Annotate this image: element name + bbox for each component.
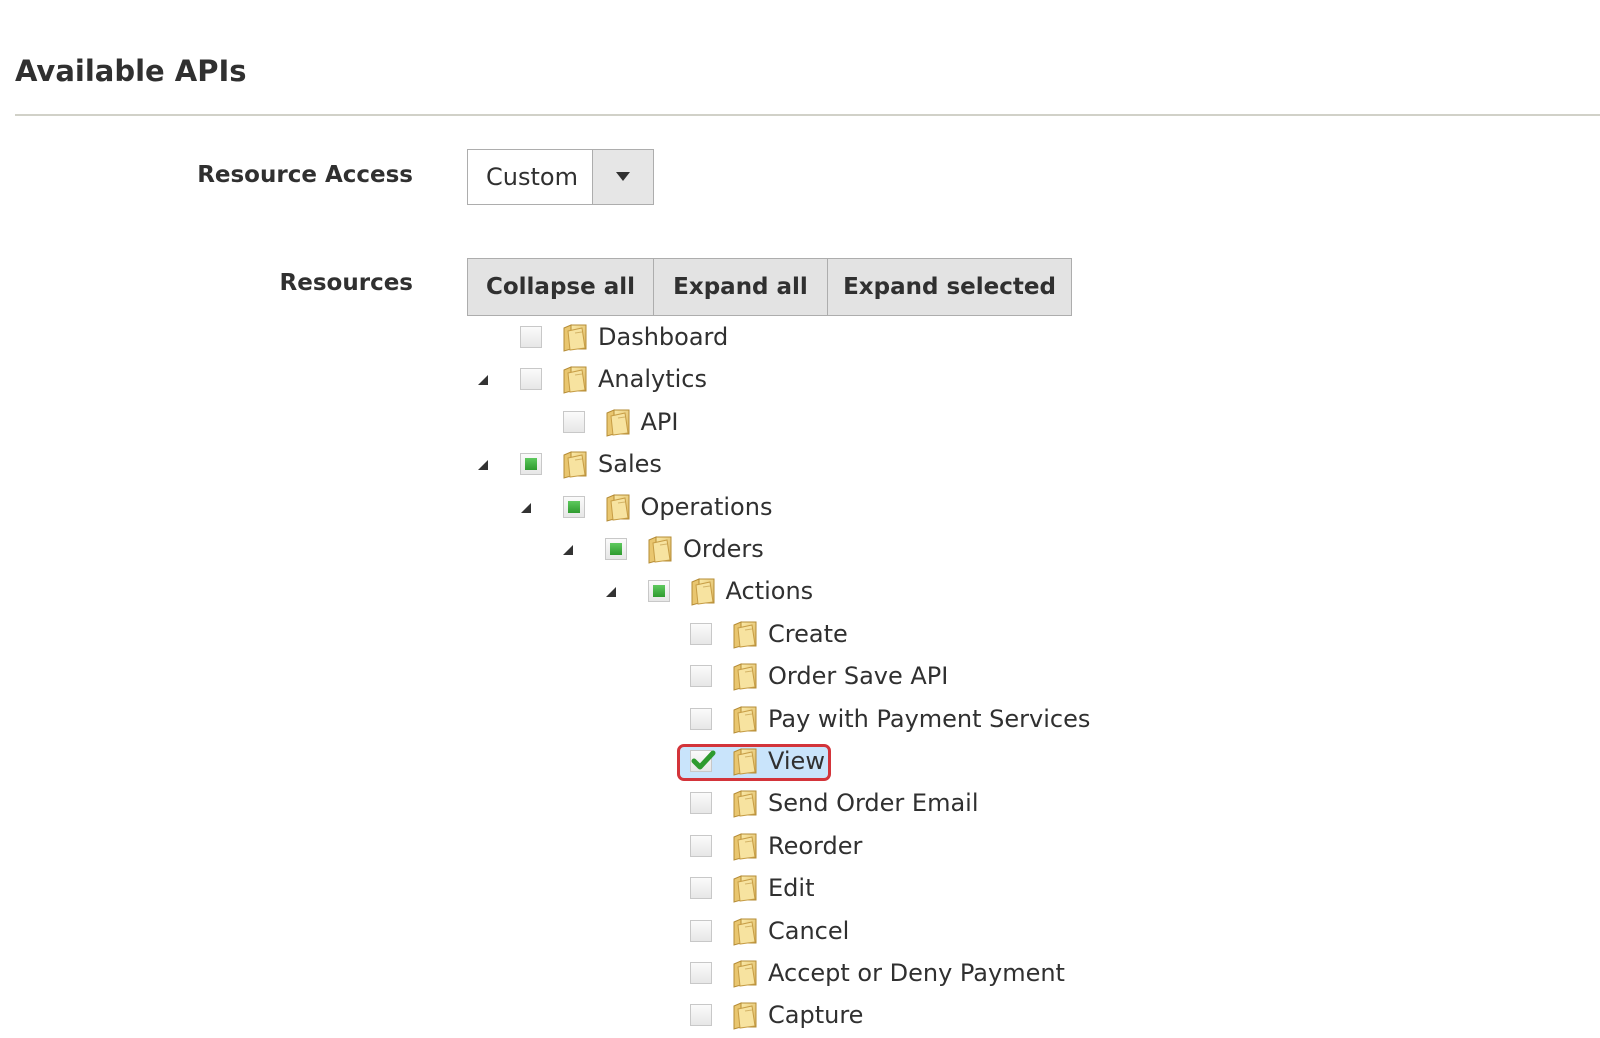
tree-node-label[interactable]: Pay with Payment Services bbox=[768, 704, 1090, 734]
triangle-down-icon bbox=[616, 172, 630, 181]
resource-access-label: Resource Access bbox=[197, 162, 413, 188]
tree-node-cancel[interactable]: Cancel bbox=[0, 912, 1100, 954]
folder-icon bbox=[689, 576, 717, 607]
tree-node-label[interactable]: Send Order Email bbox=[768, 788, 979, 818]
resources-label: Resources bbox=[279, 270, 413, 296]
resource-access-value: Custom bbox=[486, 163, 578, 191]
tree-checkbox[interactable] bbox=[690, 622, 712, 645]
tree-checkbox[interactable] bbox=[520, 368, 542, 391]
tree-node-pay-with-payment-services[interactable]: Pay with Payment Services bbox=[0, 700, 1100, 742]
checkmark-icon bbox=[690, 749, 716, 777]
folder-icon bbox=[731, 619, 759, 649]
tree-checkbox[interactable] bbox=[647, 580, 670, 603]
expand-toggle-icon[interactable] bbox=[560, 542, 576, 558]
tree-node-label[interactable]: Sales bbox=[598, 449, 662, 479]
tree-node-actions[interactable]: Actions bbox=[0, 572, 1100, 614]
folder-icon bbox=[604, 492, 632, 522]
expand-selected-button[interactable]: Expand selected bbox=[827, 258, 1072, 316]
tree-checkbox[interactable] bbox=[690, 834, 712, 857]
folder-icon bbox=[731, 958, 759, 988]
folder-icon bbox=[604, 407, 632, 437]
tree-checkbox[interactable] bbox=[690, 792, 712, 815]
tree-node-label[interactable]: Create bbox=[768, 619, 848, 649]
section-title: Available APIs bbox=[15, 54, 247, 88]
tree-checkbox[interactable] bbox=[690, 962, 712, 984]
dropdown-arrow-button[interactable] bbox=[592, 150, 653, 204]
tree-node-accept-or-deny-payment[interactable]: Accept or Deny Payment bbox=[0, 954, 1100, 996]
tree-node-label[interactable]: View bbox=[768, 746, 825, 776]
folder-icon bbox=[731, 873, 759, 903]
folder-icon bbox=[731, 916, 759, 946]
folder-icon bbox=[731, 704, 759, 734]
tree-node-label[interactable]: Accept or Deny Payment bbox=[768, 958, 1065, 988]
tree-node-label[interactable]: Orders bbox=[683, 534, 764, 564]
tree-checkbox[interactable] bbox=[690, 665, 712, 688]
tree-node-label[interactable]: Reorder bbox=[768, 831, 862, 861]
tree-node-orders[interactable]: Orders bbox=[0, 530, 1100, 572]
tree-checkbox[interactable] bbox=[690, 919, 712, 942]
tree-checkbox[interactable] bbox=[520, 453, 542, 476]
tree-checkbox[interactable] bbox=[605, 538, 627, 560]
resource-tree: Dashboard Analytics API Sales Operations Orde… bbox=[0, 0, 1600, 1038]
tree-node-reorder[interactable]: Reorder bbox=[0, 827, 1100, 869]
tree-controls: Collapse all Expand all Expand selected bbox=[467, 258, 1072, 316]
tree-node-label[interactable]: Dashboard bbox=[598, 322, 728, 352]
tree-checkbox[interactable] bbox=[690, 707, 712, 730]
tree-node-label[interactable]: Cancel bbox=[768, 916, 849, 946]
tree-node-order-save-api[interactable]: Order Save API bbox=[0, 657, 1100, 699]
tree-node-send-order-email[interactable]: Send Order Email bbox=[0, 784, 1100, 826]
expand-toggle-icon[interactable] bbox=[475, 372, 491, 388]
folder-icon bbox=[731, 788, 759, 819]
folder-icon bbox=[561, 449, 589, 479]
tree-node-edit[interactable]: Edit bbox=[0, 869, 1100, 911]
tree-checkbox[interactable] bbox=[520, 326, 542, 348]
tree-node-analytics[interactable]: Analytics bbox=[0, 360, 1100, 402]
resource-access-select[interactable]: Custom bbox=[467, 149, 654, 205]
tree-node-api[interactable]: API bbox=[0, 403, 1100, 445]
tree-checkbox[interactable] bbox=[690, 750, 716, 772]
section-divider bbox=[15, 114, 1600, 116]
tree-node-label[interactable]: Capture bbox=[768, 1000, 863, 1030]
expand-all-button[interactable]: Expand all bbox=[653, 258, 828, 316]
tree-node-sales[interactable]: Sales bbox=[0, 445, 1100, 487]
tree-checkbox[interactable] bbox=[562, 495, 585, 518]
tree-node-capture[interactable]: Capture bbox=[0, 996, 1100, 1038]
tree-checkbox[interactable] bbox=[690, 1004, 712, 1027]
folder-icon bbox=[646, 534, 674, 564]
tree-node-label[interactable]: Edit bbox=[768, 873, 814, 903]
tree-node-label[interactable]: Actions bbox=[726, 576, 814, 606]
tree-node-dashboard[interactable]: Dashboard bbox=[0, 318, 1100, 360]
expand-toggle-icon[interactable] bbox=[603, 584, 619, 600]
tree-checkbox[interactable] bbox=[562, 410, 585, 433]
collapse-all-button[interactable]: Collapse all bbox=[467, 258, 654, 316]
folder-icon bbox=[731, 1000, 759, 1031]
folder-icon bbox=[731, 661, 759, 691]
folder-icon bbox=[731, 831, 759, 861]
folder-icon bbox=[731, 746, 759, 776]
expand-toggle-icon[interactable] bbox=[475, 457, 491, 473]
folder-icon bbox=[561, 364, 589, 395]
tree-node-operations[interactable]: Operations bbox=[0, 488, 1100, 530]
tree-node-create[interactable]: Create bbox=[0, 615, 1100, 657]
expand-toggle-icon[interactable] bbox=[518, 500, 534, 516]
tree-node-view[interactable]: View bbox=[0, 742, 1100, 784]
tree-node-label[interactable]: Order Save API bbox=[768, 661, 948, 691]
tree-checkbox[interactable] bbox=[690, 877, 712, 900]
folder-icon bbox=[561, 322, 589, 352]
tree-node-label[interactable]: Analytics bbox=[598, 364, 707, 394]
tree-node-label[interactable]: Operations bbox=[641, 492, 773, 522]
tree-node-label[interactable]: API bbox=[641, 407, 679, 437]
